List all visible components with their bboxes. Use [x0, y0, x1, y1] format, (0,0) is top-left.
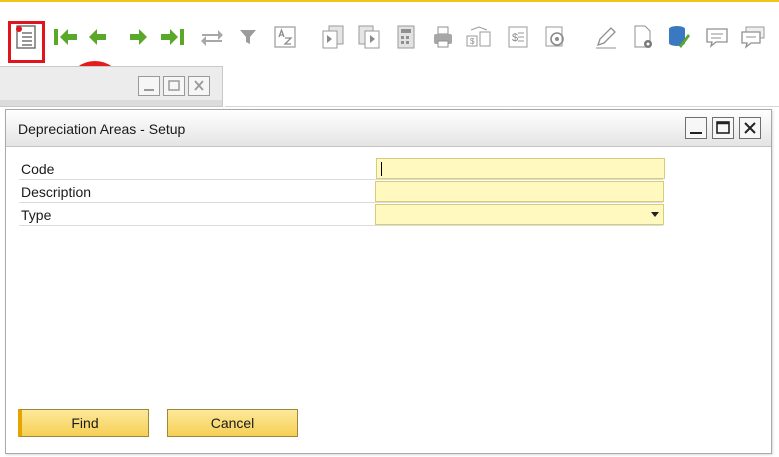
first-record-icon[interactable] [50, 22, 80, 52]
dropdown-arrow-icon[interactable] [651, 212, 659, 217]
alerts-icon[interactable] [738, 22, 768, 52]
code-label: Code [21, 161, 55, 177]
description-label: Description [21, 184, 92, 200]
minimize-button[interactable] [685, 117, 707, 139]
toolbar: $ $ [0, 0, 779, 64]
filter-icon[interactable] [233, 22, 263, 52]
print-icon[interactable] [428, 22, 458, 52]
settings-document-icon[interactable] [628, 22, 658, 52]
type-dropdown[interactable] [375, 204, 664, 225]
query-icon[interactable] [664, 22, 694, 52]
maximize-icon[interactable] [163, 76, 185, 96]
maximize-button[interactable] [712, 117, 734, 139]
close-icon[interactable] [188, 76, 210, 96]
description-row: Description [19, 181, 664, 203]
workspace-area [225, 66, 779, 107]
payment-means-icon[interactable]: $ [464, 22, 494, 52]
code-field[interactable] [376, 158, 665, 179]
window-title: Depreciation Areas - Setup [18, 121, 186, 137]
code-row: Code [19, 158, 665, 180]
svg-text:$: $ [512, 32, 518, 44]
messages-icon[interactable] [702, 22, 732, 52]
gross-profit-icon[interactable] [391, 22, 421, 52]
type-label: Type [21, 207, 52, 223]
background-window [0, 66, 223, 107]
journal-entry-icon[interactable]: $ [503, 22, 533, 52]
cancel-button[interactable]: Cancel [167, 409, 298, 437]
base-document-icon[interactable] [318, 22, 348, 52]
layout-designer-icon[interactable] [540, 22, 570, 52]
svg-text:$: $ [470, 37, 475, 46]
highlight-box [8, 21, 45, 63]
document-settings-icon[interactable] [591, 22, 621, 52]
last-record-icon[interactable] [158, 22, 188, 52]
previous-record-icon[interactable] [83, 22, 113, 52]
description-field[interactable] [375, 181, 664, 202]
type-row: Type [19, 204, 664, 226]
target-document-icon[interactable] [354, 22, 384, 52]
close-button[interactable] [739, 117, 761, 139]
window-titlebar[interactable]: Depreciation Areas - Setup [6, 110, 771, 147]
window-bottom-bar [0, 100, 222, 106]
sort-icon[interactable] [270, 22, 300, 52]
depreciation-areas-setup-window: Depreciation Areas - Setup Code Descript… [5, 109, 772, 454]
refresh-icon[interactable] [197, 22, 227, 52]
next-record-icon[interactable] [123, 22, 153, 52]
minimize-icon[interactable] [138, 76, 160, 96]
find-button[interactable]: Find [18, 409, 149, 437]
text-cursor [381, 162, 382, 176]
